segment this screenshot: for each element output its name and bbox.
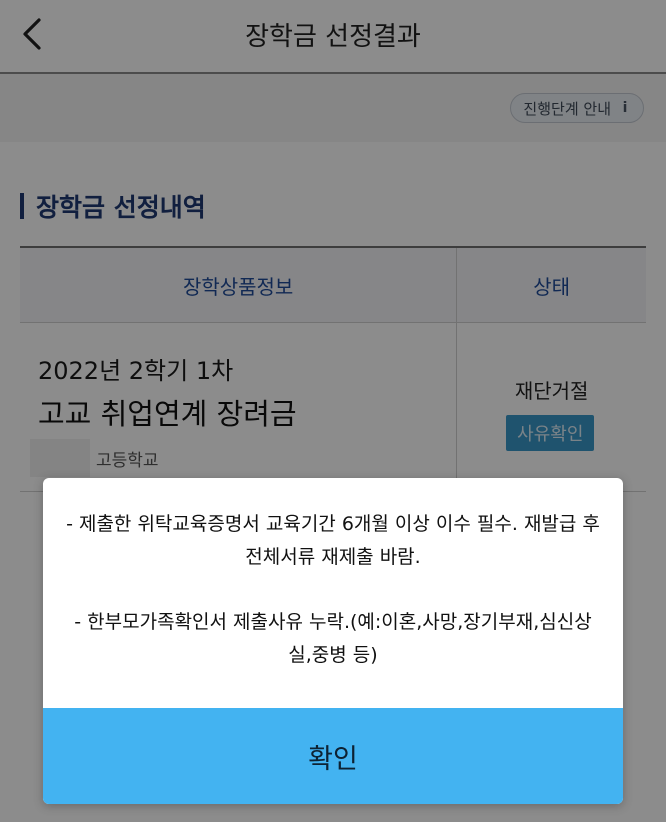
- modal-message-2: - 한부모가족확인서 제출사유 누락.(예:이혼,사망,장기부재,심신상실,중병…: [74, 611, 592, 666]
- rejection-reason-modal: - 제출한 위탁교육증명서 교육기간 6개월 이상 이수 필수. 재발급 후 전…: [43, 478, 623, 804]
- modal-body: - 제출한 위탁교육증명서 교육기간 6개월 이상 이수 필수. 재발급 후 전…: [43, 478, 623, 708]
- confirm-button[interactable]: 확인: [43, 708, 623, 804]
- modal-message-1: - 제출한 위탁교육증명서 교육기간 6개월 이상 이수 필수. 재발급 후 전…: [66, 513, 600, 568]
